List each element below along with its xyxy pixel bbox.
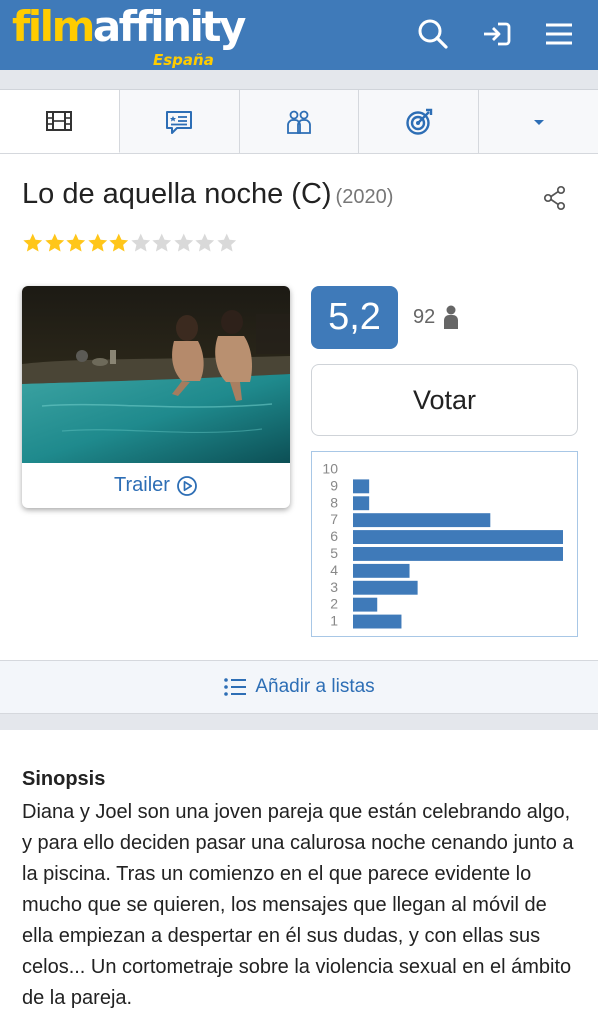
histogram-label: 3 — [330, 579, 338, 595]
histogram-bar — [353, 513, 491, 528]
target-icon — [406, 108, 432, 135]
rating-histogram: 10 9 8 7 6 5 4 3 2 1 — [311, 451, 578, 637]
chevron-down-icon — [533, 119, 544, 125]
movie-still-image[interactable] — [22, 286, 290, 463]
header-separator — [0, 70, 598, 90]
histogram-label: 6 — [330, 528, 338, 544]
share-icon — [543, 185, 566, 211]
histogram-bar — [353, 580, 418, 595]
user-icon — [444, 305, 459, 329]
logo-text-part2: affinity — [92, 2, 247, 51]
star-filled-icon — [109, 233, 129, 252]
list-icon — [224, 678, 247, 696]
logo-region: España — [153, 51, 214, 69]
histogram-bar — [353, 597, 378, 612]
histogram-label: 1 — [330, 613, 338, 629]
reviews-icon — [166, 110, 193, 134]
histogram-bar — [353, 530, 563, 544]
histogram-label: 5 — [330, 545, 338, 561]
histogram-label: 8 — [330, 494, 338, 510]
add-to-lists-button[interactable]: Añadir a listas — [0, 660, 598, 714]
movie-title: Lo de aquella noche (C) — [22, 178, 332, 210]
histogram-bar — [353, 563, 410, 578]
star-empty-icon — [216, 233, 236, 252]
logo-text-part1: film — [12, 2, 95, 51]
star-rating — [22, 232, 237, 254]
histogram-label: 4 — [330, 562, 338, 578]
star-empty-icon — [173, 233, 193, 252]
movie-year: (2020) — [335, 186, 394, 208]
menu-button[interactable] — [540, 15, 578, 53]
vote-count: 92 — [413, 305, 459, 329]
movie-title-row: Lo de aquella noche (C) (2020) — [22, 178, 393, 211]
share-button[interactable] — [542, 185, 568, 211]
tab-film[interactable] — [0, 90, 120, 153]
film-icon — [46, 111, 73, 131]
star-filled-icon — [87, 233, 107, 252]
star-filled-icon — [44, 233, 64, 252]
histogram-bar — [353, 547, 563, 561]
histogram-bar — [353, 496, 370, 511]
trailer-button[interactable]: Trailer — [22, 463, 290, 508]
vote-button[interactable]: Votar — [311, 364, 578, 436]
average-rating-badge: 5,2 — [311, 286, 398, 349]
login-icon — [484, 22, 511, 46]
star-filled-icon — [66, 233, 86, 252]
star-empty-icon — [195, 233, 215, 252]
histogram-bar — [353, 479, 370, 494]
star-empty-icon — [152, 233, 172, 252]
menu-icon — [546, 23, 572, 45]
friends-icon — [287, 110, 311, 134]
histogram-label: 9 — [330, 477, 338, 493]
login-button[interactable] — [478, 15, 516, 53]
tab-more[interactable] — [479, 90, 598, 153]
histogram-label: 7 — [330, 511, 338, 527]
add-to-lists-label: Añadir a listas — [255, 676, 375, 697]
search-button[interactable] — [414, 15, 452, 53]
play-circle-icon — [177, 475, 197, 496]
histogram-bar — [353, 614, 402, 629]
section-tabs — [0, 90, 598, 154]
star-empty-icon — [130, 233, 150, 252]
tab-target[interactable] — [359, 90, 480, 153]
histogram-label: 10 — [322, 461, 338, 477]
synopsis-heading: Sinopsis — [22, 768, 106, 790]
tab-reviews[interactable] — [119, 90, 240, 153]
section-separator — [0, 714, 598, 730]
star-filled-icon — [23, 233, 43, 252]
histogram-chart: 10987654321 — [322, 461, 563, 629]
synopsis-text: Diana y Joel son una joven pareja que es… — [22, 801, 574, 1009]
histogram-label: 2 — [330, 596, 338, 612]
tab-friends[interactable] — [239, 90, 360, 153]
trailer-label: Trailer — [114, 474, 170, 496]
search-icon — [418, 19, 448, 49]
top-header: filmaffinity España — [0, 0, 598, 70]
vote-count-value: 92 — [413, 305, 436, 328]
poster-card: Trailer — [22, 286, 290, 508]
